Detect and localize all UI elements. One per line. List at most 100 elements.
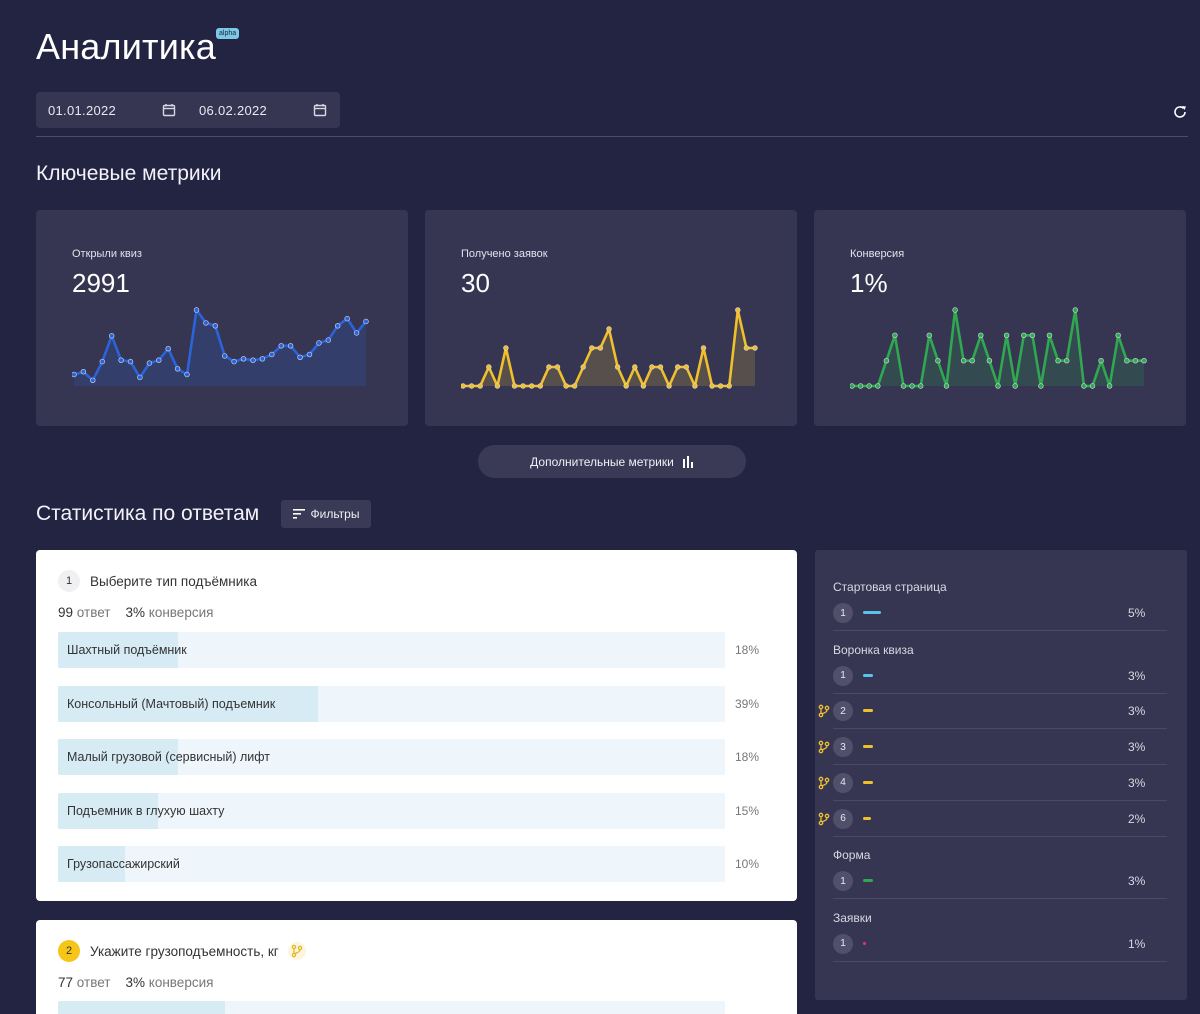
question-title: Укажите грузоподъемность, кг <box>90 943 279 959</box>
sparkline-point <box>203 320 209 326</box>
metric-label: Конверсия <box>850 248 905 260</box>
filter-button[interactable]: Фильтры <box>281 500 371 528</box>
sparkline-point <box>926 332 933 338</box>
metric-label: Получено заявок <box>461 248 548 260</box>
sparkline-point <box>174 366 181 372</box>
sparkline-chart <box>72 307 369 386</box>
sparkline-point <box>1055 357 1061 364</box>
sparkline-point <box>184 371 190 378</box>
funnel-row[interactable]: 1 3% <box>815 658 1167 694</box>
sparkline-chart <box>461 307 758 389</box>
filter-label: Фильтры <box>310 507 360 521</box>
funnel-bar <box>863 941 866 945</box>
sparkline-point <box>1072 307 1079 313</box>
sparkline-point <box>146 360 153 366</box>
step-number: 3 <box>833 737 853 758</box>
filter-icon <box>292 509 305 519</box>
sparkline-point <box>1064 357 1070 364</box>
sparkline-point <box>614 364 621 370</box>
sparkline-point <box>623 383 629 389</box>
sparkline-point <box>640 383 647 389</box>
sparkline-point <box>935 357 941 364</box>
branch-icon <box>818 812 830 825</box>
date-range-picker: 01.01.2022 06.02.2022 <box>36 92 340 128</box>
sparkline-point <box>468 383 475 389</box>
sparkline-point <box>743 345 750 351</box>
row-divider <box>833 898 1167 900</box>
sparkline-point <box>325 337 331 343</box>
more-metrics-button[interactable]: Дополнительные метрики <box>478 445 746 478</box>
sparkline-point <box>692 383 698 389</box>
answer-percent: 18% <box>735 643 760 657</box>
sparkline-point <box>657 364 664 370</box>
sparkline-point <box>546 364 552 370</box>
question-number: 2 <box>58 940 80 962</box>
funnel-bar <box>863 611 881 614</box>
sparkline-point <box>477 383 483 389</box>
row-divider <box>833 630 1167 631</box>
answers-section-title: Статистика по ответам <box>36 502 260 525</box>
funnel-bar <box>863 879 873 883</box>
sparkline-point <box>580 364 586 370</box>
date-from-field[interactable]: 01.01.2022 <box>48 92 176 128</box>
funnel-row[interactable]: 6 2% <box>815 801 1167 837</box>
calendar-icon[interactable] <box>313 103 327 117</box>
funnel-row[interactable]: 1 5% <box>815 595 1167 631</box>
answer-row: Малый грузовой (сервисный) лифт 18% <box>58 739 784 776</box>
funnel-bar <box>863 745 873 749</box>
sparkline-point <box>752 345 758 351</box>
header-divider <box>36 136 1188 137</box>
sparkline-point <box>137 374 143 381</box>
sparkline-point <box>1038 383 1044 389</box>
row-divider <box>833 835 1167 837</box>
funnel-row[interactable]: 1 3% <box>815 863 1167 900</box>
sparkline-point <box>883 357 890 364</box>
funnel-row[interactable]: 1 1% <box>815 926 1167 962</box>
sparkline-point <box>1141 357 1147 364</box>
metric-value: 1% <box>850 268 888 298</box>
refresh-icon[interactable] <box>1172 104 1188 120</box>
conversion-value: 3% <box>125 605 145 620</box>
metric-card-leads: Получено заявок 30 <box>425 210 797 426</box>
answer-row: Шахтный подъёмник 18% <box>58 632 784 668</box>
funnel-bar <box>863 816 871 820</box>
funnel-group-title: Воронка квиза <box>833 642 914 657</box>
date-to-value: 06.02.2022 <box>199 102 268 118</box>
funnel-row[interactable]: 3 3% <box>815 729 1167 766</box>
sparkline-point <box>363 318 369 325</box>
conversion-value: 3% <box>125 975 145 990</box>
sparkline-point <box>597 345 604 351</box>
funnel-percent: 2% <box>1128 811 1146 826</box>
sparkline-point <box>1089 383 1096 389</box>
answer-bar <box>58 1001 725 1014</box>
sparkline-point <box>960 357 967 364</box>
sparkline-point <box>99 358 105 365</box>
metric-label: Открыли квиз <box>72 248 142 260</box>
answer-fill <box>58 1001 225 1014</box>
funnel-row[interactable]: 4 3% <box>815 765 1167 801</box>
funnel-row[interactable]: 2 3% <box>815 693 1167 730</box>
calendar-icon[interactable] <box>162 103 176 117</box>
answer-label: Малый грузовой (сервисный) лифт <box>67 750 271 765</box>
question-stats: 99 ответ 3% конверсия <box>58 605 213 620</box>
sparkline-point <box>259 356 266 362</box>
sparkline-point <box>297 354 303 360</box>
answer-row: Грузопассажирский 10% <box>58 846 784 883</box>
funnel-panel: Стартовая страница 1 5% Воронка квиза 1 3% 2 3%… <box>815 550 1187 1000</box>
key-metrics-title: Ключевые метрики <box>36 162 222 185</box>
sparkline-point <box>80 368 87 375</box>
sparkline-point <box>666 383 672 389</box>
row-divider <box>833 960 1167 962</box>
date-to-field[interactable]: 06.02.2022 <box>199 92 327 128</box>
sparkline-point <box>193 307 200 313</box>
funnel-group-title: Заявки <box>833 910 872 925</box>
step-number: 4 <box>833 772 853 793</box>
sparkline-point <box>494 383 501 389</box>
sparkline-point <box>857 383 864 389</box>
branch-icon <box>818 776 830 790</box>
answer-label: Шахтный подъёмник <box>67 643 187 657</box>
sparkline-point <box>1081 383 1087 389</box>
sparkline-point <box>866 383 872 389</box>
conversion-label: конверсия <box>148 605 214 620</box>
funnel-percent: 3% <box>1128 775 1146 790</box>
